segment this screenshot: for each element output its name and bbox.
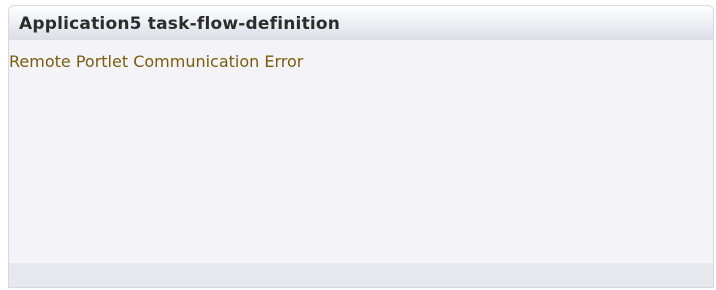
portlet-footer	[9, 263, 713, 287]
portlet-body: Remote Portlet Communication Error	[9, 42, 713, 263]
portlet-title: Application5 task-flow-definition	[19, 14, 341, 34]
portlet-header: Application5 task-flow-definition	[9, 5, 713, 40]
portlet-window: Application5 task-flow-definition Remote…	[8, 5, 714, 288]
error-message: Remote Portlet Communication Error	[9, 52, 304, 71]
